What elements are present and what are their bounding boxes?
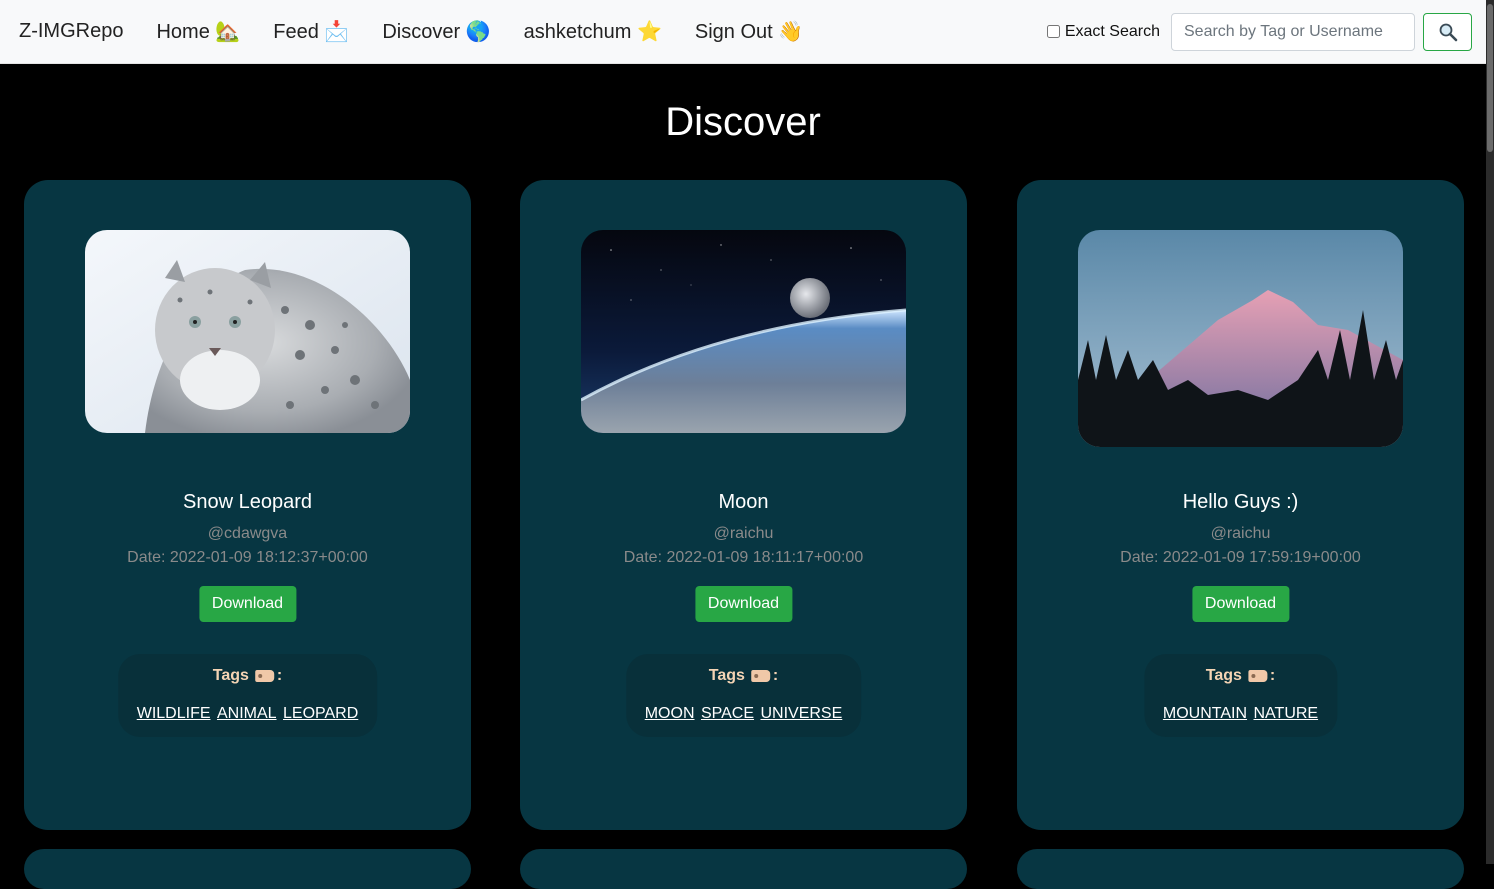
mountain-picture (1078, 230, 1403, 447)
tag-link[interactable]: NATURE (1254, 705, 1319, 722)
search-input[interactable] (1171, 12, 1415, 51)
tag-list: MOUNTAIN NATURE (1162, 705, 1319, 723)
tags-colon: : (772, 667, 779, 684)
exact-search-toggle[interactable]: Exact Search (1046, 22, 1160, 41)
tags-box: Tags : MOON SPACE UNIVERSE (625, 654, 862, 737)
nav-signout-link[interactable]: Sign Out 👋 (695, 19, 803, 44)
snow-leopard-picture (85, 230, 410, 433)
download-button[interactable]: Download (198, 586, 297, 622)
tag-link[interactable]: UNIVERSE (760, 705, 842, 722)
exact-search-label: Exact Search (1064, 22, 1160, 40)
tags-heading: Tags : (136, 667, 360, 685)
scrollbar-thumb[interactable] (1487, 4, 1493, 152)
card-date: Date: 2022-01-09 18:12:37+00:00 (127, 549, 368, 566)
tags-label: Tags (212, 667, 249, 684)
post-image-moon[interactable] (581, 230, 906, 433)
tags-heading: Tags : (644, 667, 844, 685)
nav-home-link[interactable]: Home 🏡 (156, 19, 240, 44)
post-image-snow-leopard[interactable] (85, 230, 410, 433)
download-button[interactable]: Download (1191, 586, 1290, 622)
download-button[interactable]: Download (694, 586, 793, 622)
card-username-link[interactable]: @raichu (520, 525, 967, 543)
tags-box: Tags : MOUNTAIN NATURE (1143, 654, 1338, 737)
tag-list: WILDLIFE ANIMAL LEOPARD (136, 705, 360, 723)
tags-heading: Tags : (1162, 667, 1319, 685)
tag-list: MOON SPACE UNIVERSE (644, 705, 844, 723)
tags-colon: : (1269, 667, 1276, 684)
top-navbar: Z-IMGRepo Home 🏡 Feed 📩 Discover 🌎 ashke… (0, 0, 1486, 64)
image-card: Hello Guys :) @raichu Date: 2022-01-09 1… (1017, 180, 1464, 830)
tag-link[interactable]: MOUNTAIN (1163, 705, 1247, 722)
label-tag-icon (1247, 670, 1267, 682)
image-card (24, 849, 471, 889)
label-tag-icon (750, 670, 770, 682)
tags-colon: : (276, 667, 283, 684)
tag-link[interactable]: WILDLIFE (137, 705, 211, 722)
nav-feed-link[interactable]: Feed 📩 (273, 19, 349, 44)
tag-link[interactable]: SPACE (701, 705, 754, 722)
tag-link[interactable]: ANIMAL (217, 705, 277, 722)
image-card (1017, 849, 1464, 889)
search-button[interactable] (1423, 12, 1472, 51)
card-date: Date: 2022-01-09 17:59:19+00:00 (1120, 549, 1361, 566)
tag-link[interactable]: MOON (645, 705, 695, 722)
card-username-link[interactable]: @cdawgva (24, 525, 471, 543)
tag-link[interactable]: LEOPARD (283, 705, 358, 722)
search-form: Exact Search (1046, 12, 1472, 51)
page-scrollbar[interactable] (1486, 0, 1494, 864)
card-date: Date: 2022-01-09 18:11:17+00:00 (623, 549, 864, 566)
page-title: Discover (665, 100, 821, 144)
card-title: Snow Leopard (183, 491, 312, 513)
exact-search-checkbox[interactable] (1046, 25, 1060, 38)
tags-label: Tags (1205, 667, 1242, 684)
card-username-link[interactable]: @raichu (1017, 525, 1464, 543)
magnifier-icon (1439, 23, 1457, 41)
image-card: Snow Leopard @cdawgva Date: 2022-01-09 1… (24, 180, 471, 830)
image-card (520, 849, 967, 889)
label-tag-icon (254, 670, 274, 682)
card-title: Moon (718, 491, 769, 513)
image-card: Moon @raichu Date: 2022-01-09 18:11:17+0… (520, 180, 967, 830)
nav-discover-link[interactable]: Discover 🌎 (382, 19, 490, 44)
tags-label: Tags (708, 667, 745, 684)
post-image-mountain[interactable] (1078, 230, 1403, 447)
tags-box: Tags : WILDLIFE ANIMAL LEOPARD (117, 654, 378, 737)
nav-profile-link[interactable]: ashketchum ⭐ (524, 19, 662, 44)
brand-link[interactable]: Z-IMGRepo (19, 20, 123, 43)
moon-earth-picture (581, 230, 906, 433)
card-title: Hello Guys :) (1182, 491, 1299, 513)
